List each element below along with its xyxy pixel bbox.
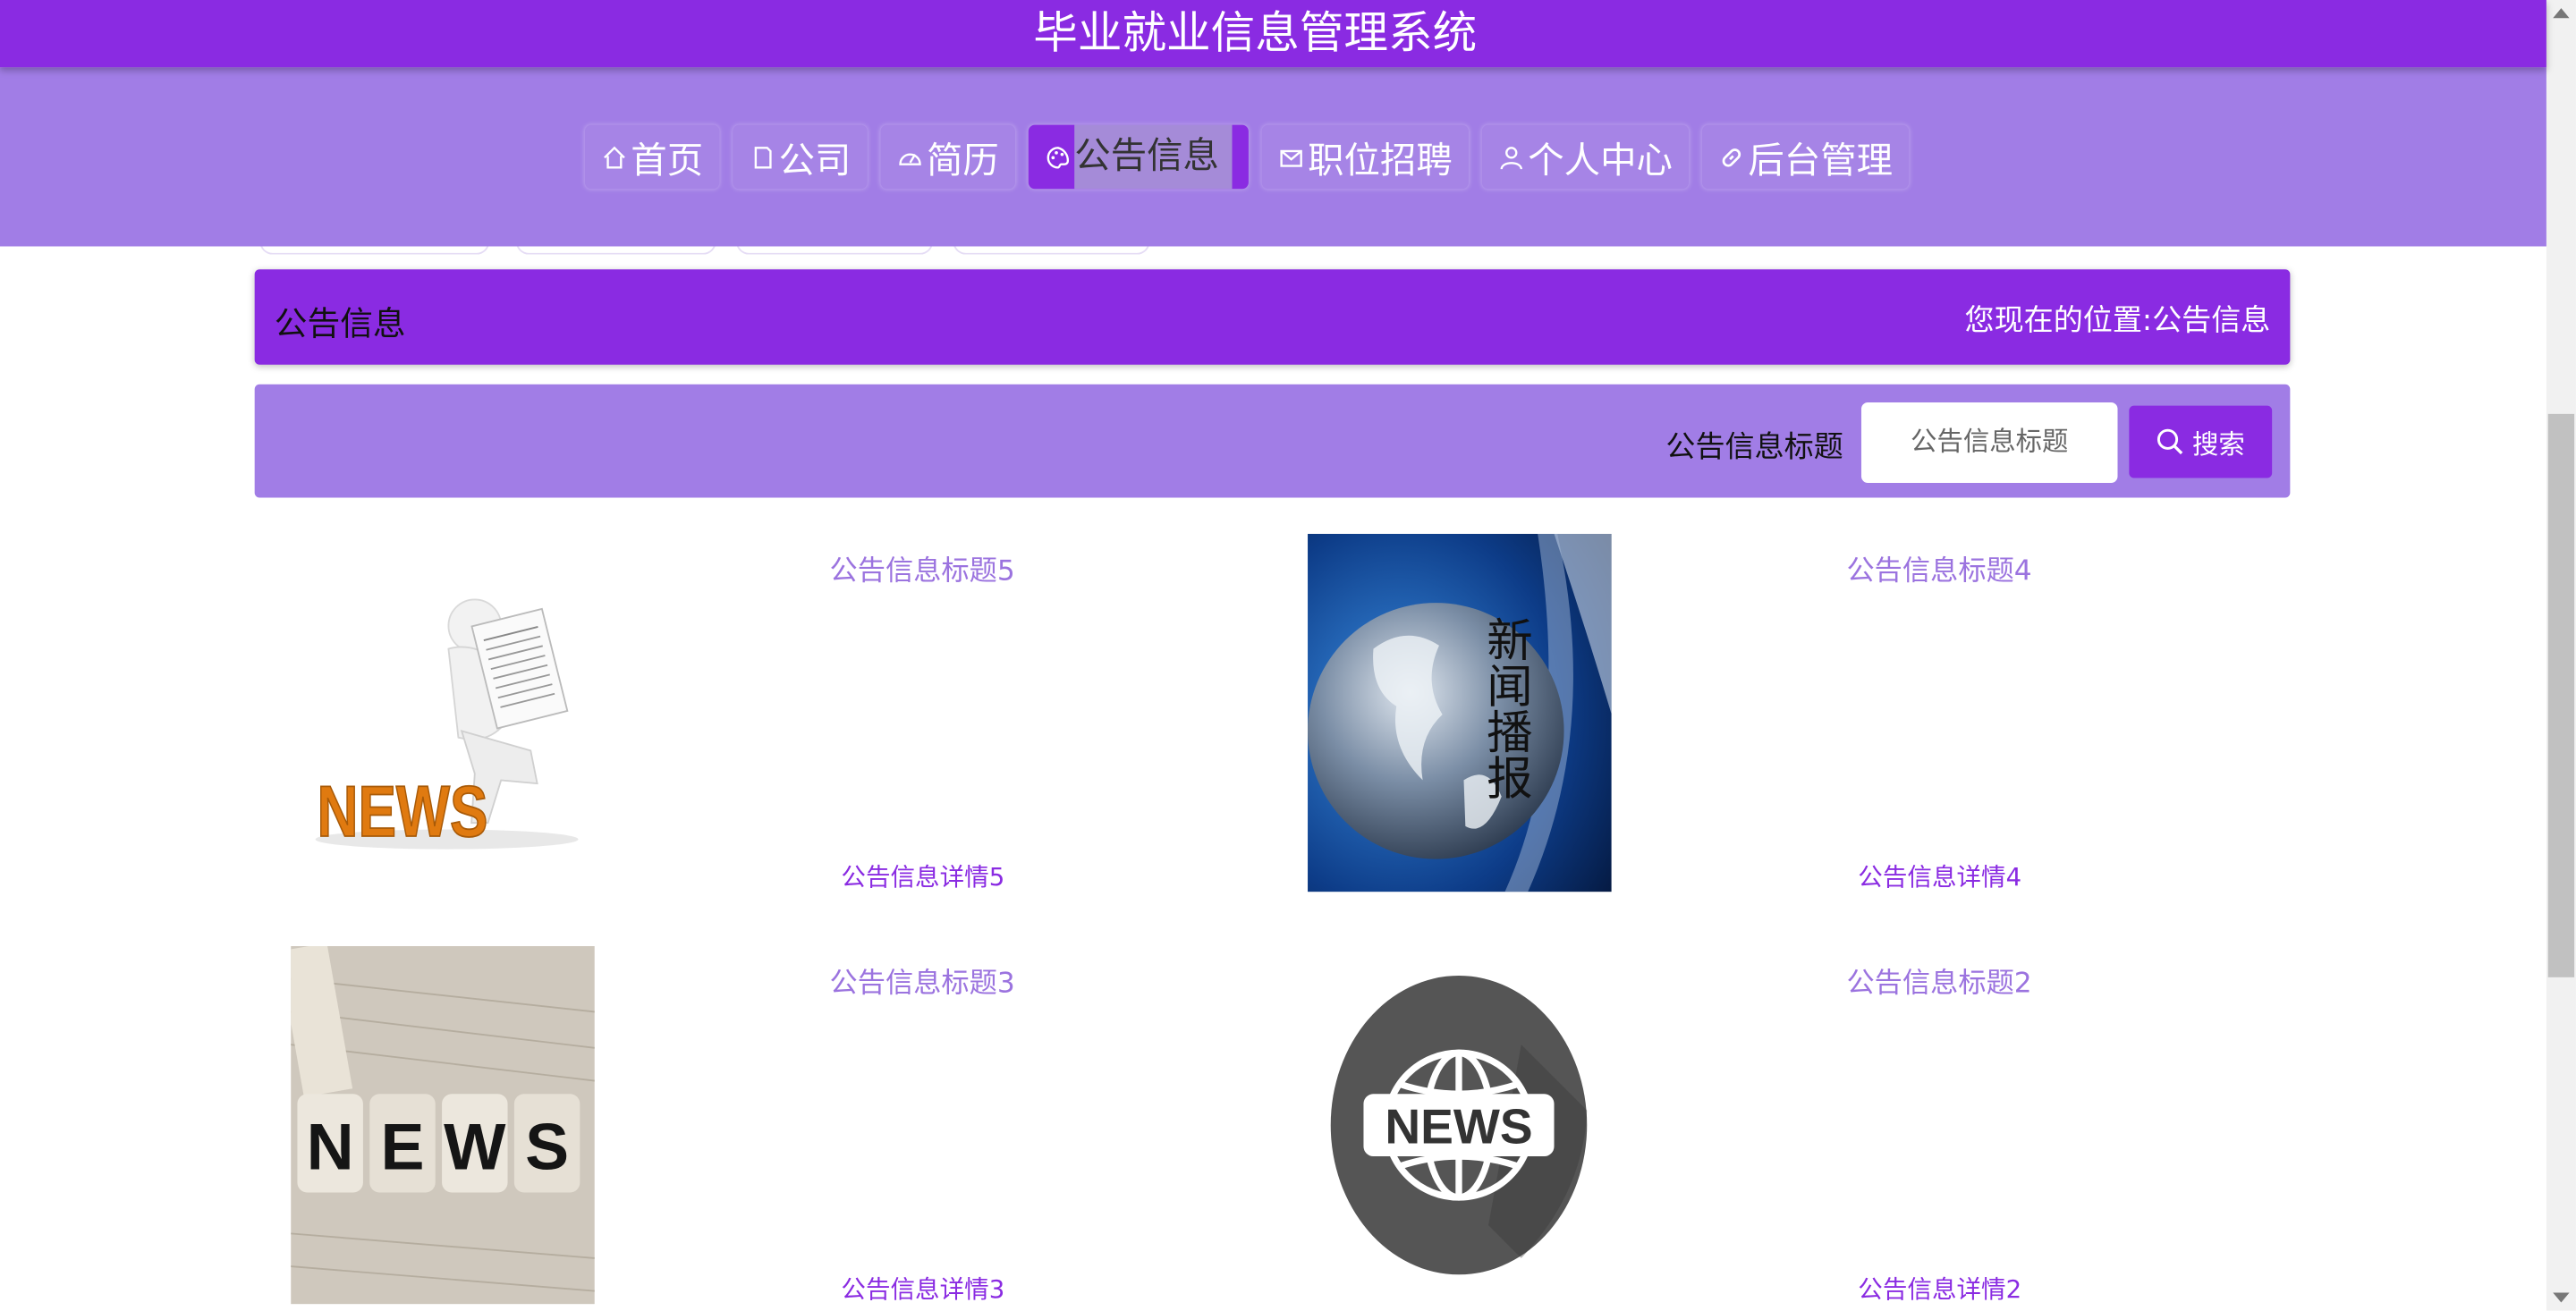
news-detail[interactable]: 公告信息详情3: [841, 1272, 1004, 1307]
search-label: 公告信息标题: [1665, 430, 1843, 465]
news-title[interactable]: 公告信息标题5: [830, 547, 1015, 588]
nav-item-label: 后台管理: [1748, 140, 1894, 182]
search-bar: 公告信息标题 搜索: [254, 384, 2291, 498]
home-icon: [604, 145, 625, 168]
nav-item-label: 简历: [926, 140, 999, 182]
news-figure-reading-image[interactable]: NEWS: [291, 533, 595, 892]
news-globe-badge-image[interactable]: NEWS: [1308, 945, 1612, 1305]
gauge-icon: [899, 152, 921, 165]
nav-item-home[interactable]: 首页: [584, 124, 720, 190]
nav-item-resume[interactable]: 简历: [880, 124, 1016, 190]
dice-letter: N: [307, 1110, 354, 1184]
nav-item-announcements[interactable]: 公告信息: [1028, 124, 1250, 190]
news-card[interactable]: 新闻播报 公告信息标题4 公告信息详情4: [1272, 533, 2291, 895]
news-title[interactable]: 公告信息标题2: [1846, 960, 2031, 1001]
news-card[interactable]: NEWS 公告信息标题5 公告信息详情5: [255, 533, 1274, 895]
user-icon: [1500, 146, 1523, 169]
scrollbar-thumb[interactable]: [2547, 413, 2575, 977]
news-title[interactable]: 公告信息标题4: [1846, 547, 2031, 588]
nav-item-label: 职位招聘: [1308, 140, 1453, 182]
main-nav: 首页 公司 简历 公告信息 职位招聘 个人中心 后台管理: [584, 124, 1910, 190]
nav-item-jobs[interactable]: 职位招聘: [1261, 124, 1470, 190]
nav-item-label: 首页: [631, 140, 704, 182]
nav-item-company[interactable]: 公司: [733, 124, 868, 190]
news-card[interactable]: N E W S 公告信息标题3 公告信息详情3: [255, 945, 1274, 1307]
top-header: 毕业就业信息管理系统: [0, 0, 2546, 68]
broadcast-text-graphic: 新闻播报: [1478, 616, 1531, 800]
news-dice-image[interactable]: N E W S: [291, 945, 595, 1305]
search-button-label: 搜索: [2192, 432, 2245, 461]
news-detail[interactable]: 公告信息详情5: [841, 859, 1004, 894]
news-detail[interactable]: 公告信息详情4: [1858, 859, 2021, 894]
site-title: 毕业就业信息管理系统: [1033, 8, 1478, 60]
news-title[interactable]: 公告信息标题3: [830, 960, 1015, 1001]
nav-item-label: 公告信息: [1074, 124, 1233, 190]
scroll-down-icon[interactable]: [2553, 1292, 2570, 1303]
nav-item-label: 个人中心: [1528, 140, 1673, 182]
news-card[interactable]: NEWS 公告信息标题2 公告信息详情2: [1272, 945, 2291, 1307]
link-icon: [1722, 148, 1741, 166]
breadcrumb-prefix: 您现在的位置:: [1964, 303, 2153, 339]
nav-bar: 首页 公司 简历 公告信息 职位招聘 个人中心 后台管理: [0, 67, 2546, 247]
search-input[interactable]: [1860, 402, 2118, 483]
scroll-up-icon[interactable]: [2553, 8, 2570, 19]
nav-item-profile[interactable]: 个人中心: [1481, 124, 1690, 190]
nav-item-admin[interactable]: 后台管理: [1701, 124, 1910, 190]
palette-icon: [1046, 146, 1070, 168]
news-word-graphic: NEWS: [1385, 1098, 1532, 1154]
nav-item-label: 公司: [778, 140, 852, 182]
search-icon: [2157, 428, 2184, 455]
news-word-graphic: NEWS: [317, 772, 487, 852]
breadcrumb-current[interactable]: 公告信息: [2152, 304, 2270, 339]
breadcrumb-location: 您现在的位置:公告信息: [1965, 297, 2271, 340]
dice-letter: E: [380, 1110, 424, 1184]
dice-letter: S: [525, 1110, 569, 1184]
dice-letter: W: [444, 1110, 506, 1184]
mail-icon: [1280, 148, 1302, 166]
page-title: 公告信息: [274, 303, 406, 343]
search-button[interactable]: 搜索: [2129, 405, 2273, 478]
document-icon: [754, 146, 772, 168]
news-detail[interactable]: 公告信息详情2: [1858, 1272, 2021, 1307]
globe-news-broadcast-image[interactable]: 新闻播报: [1308, 533, 1612, 892]
breadcrumb: 公告信息 您现在的位置:公告信息: [254, 269, 2291, 365]
